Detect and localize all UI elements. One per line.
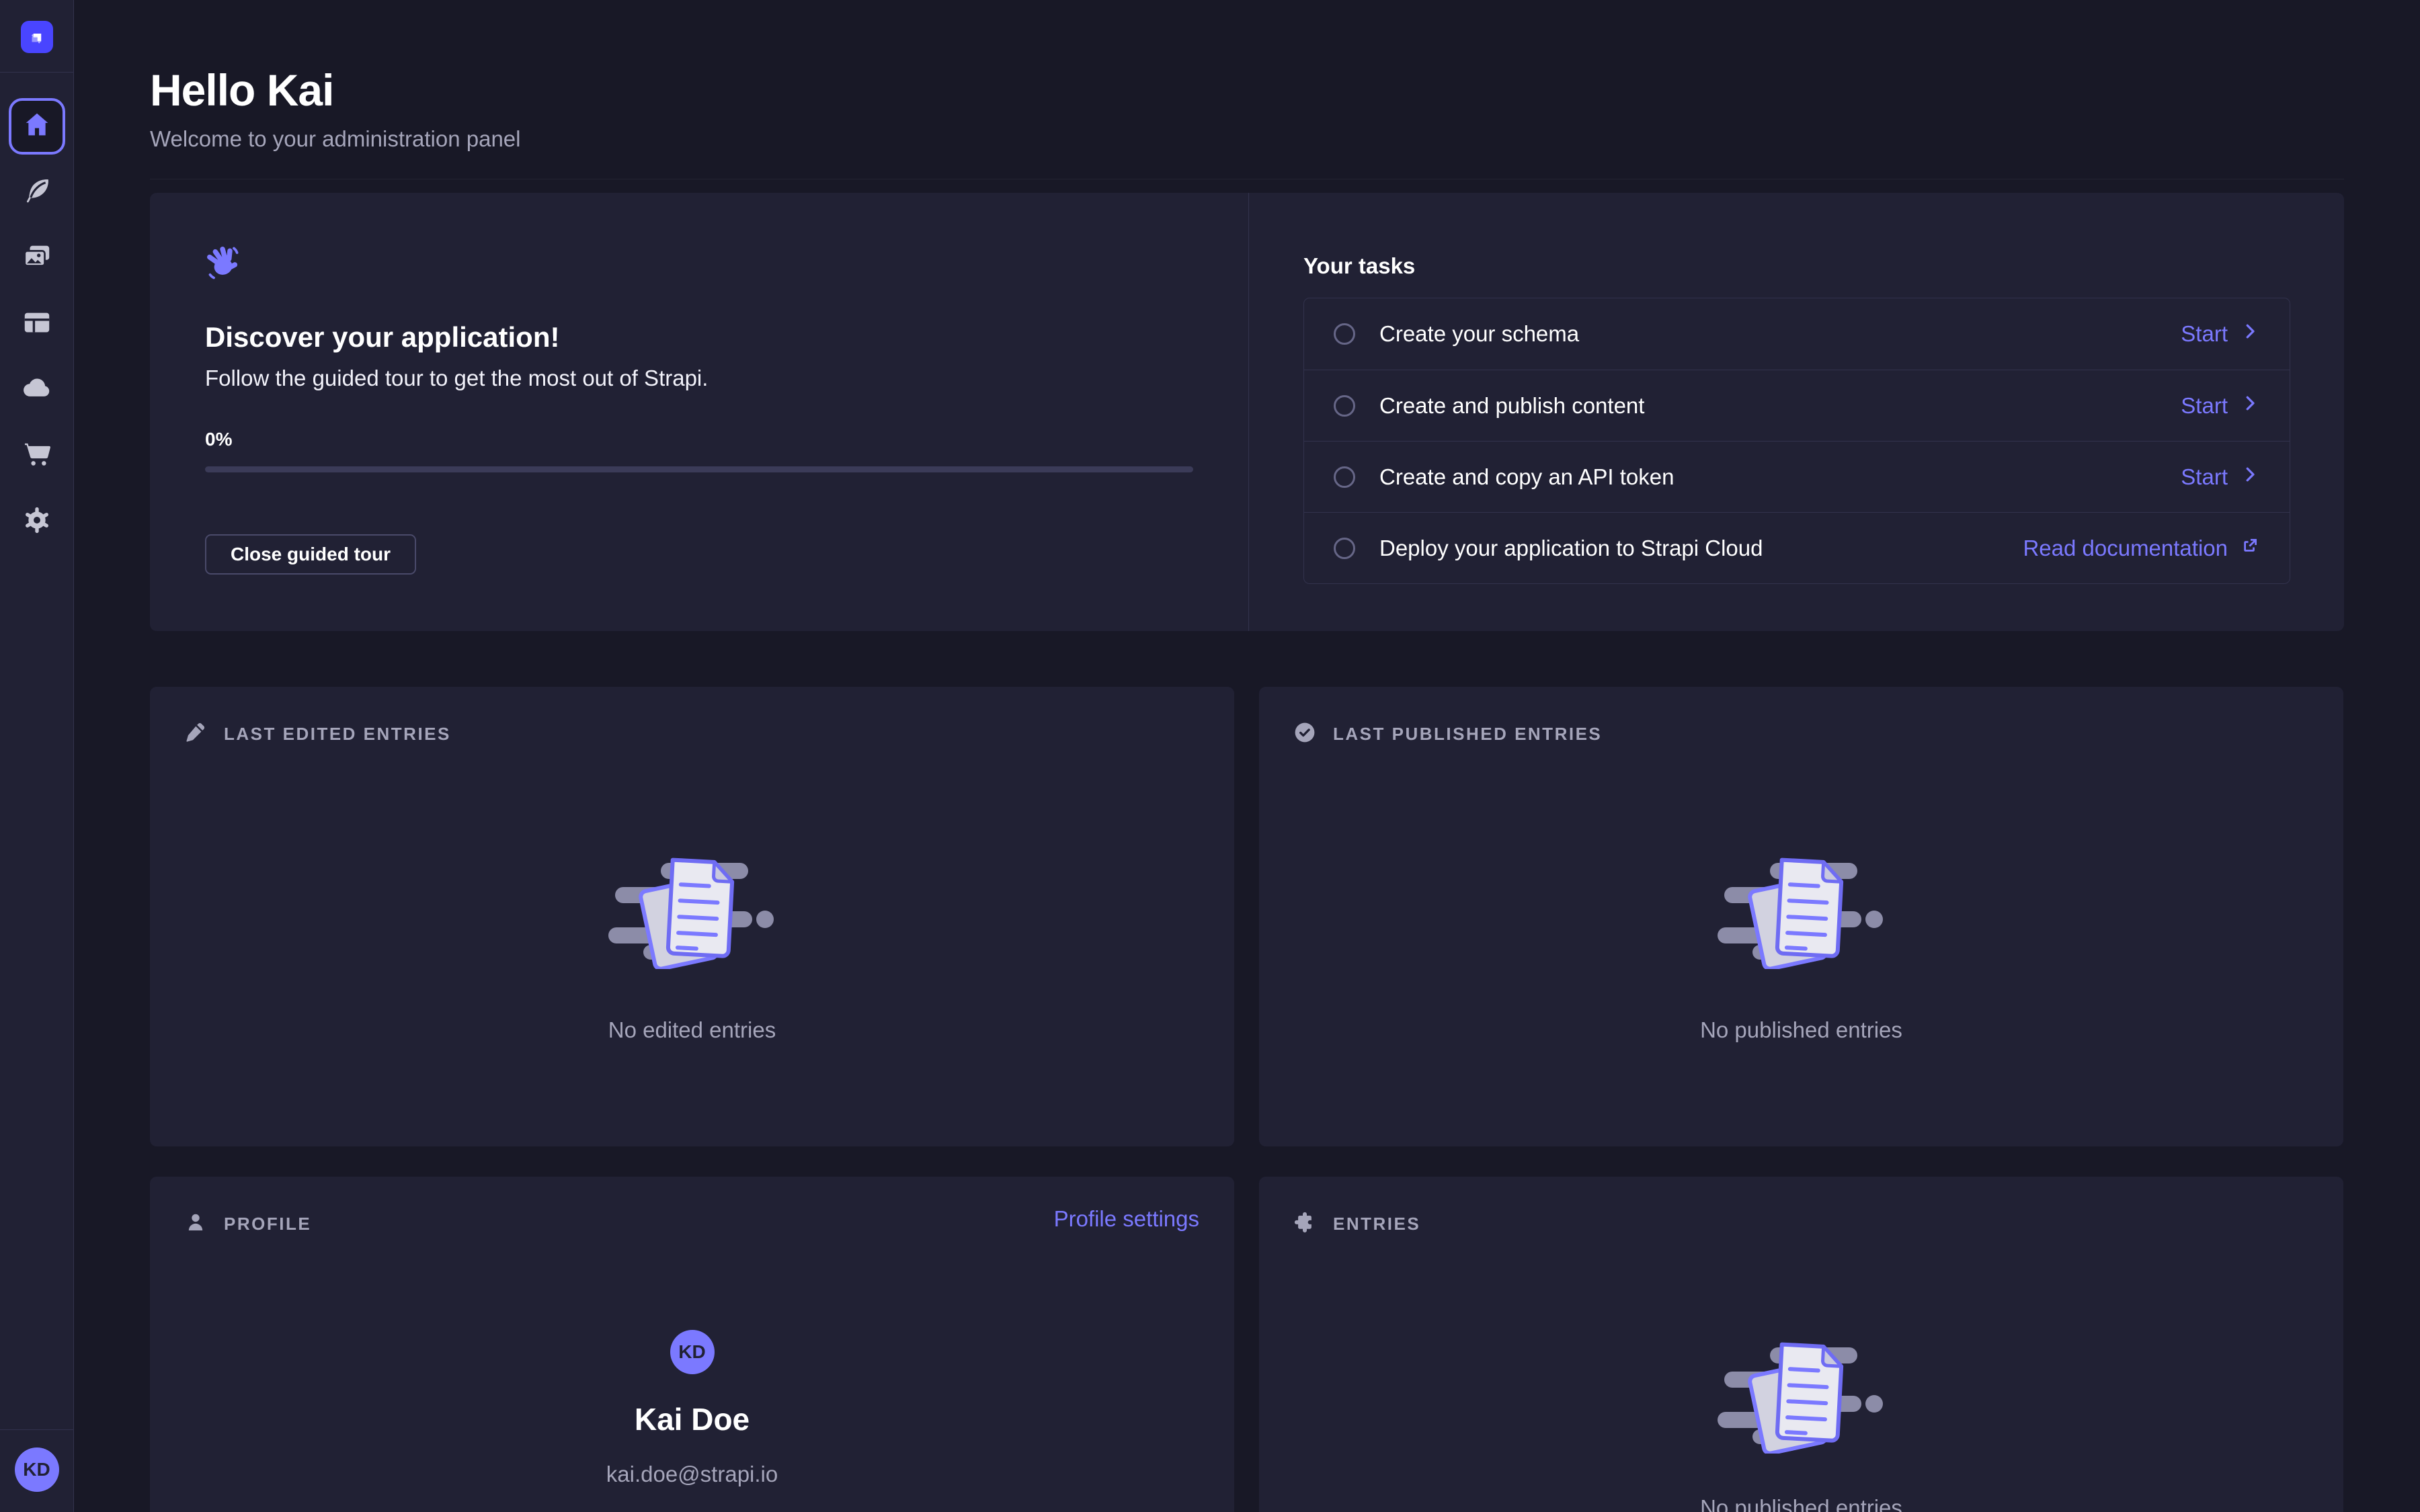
- task-start-link[interactable]: Start: [2181, 393, 2260, 419]
- empty-state-text: No published entries: [1700, 1017, 1902, 1043]
- task-label: Create your schema: [1379, 321, 1579, 347]
- task-row: Create your schema Start: [1304, 298, 2290, 370]
- guided-tour-description: Follow the guided tour to get the most o…: [205, 366, 1195, 391]
- documents-illustration: [1718, 848, 1886, 969]
- task-status-circle-icon: [1334, 323, 1355, 345]
- pencil-icon: [184, 720, 208, 748]
- content-type-builder-icon: [22, 307, 52, 341]
- widgets-row-bottom: PROFILE Profile settings KD Kai Doe kai.…: [150, 1177, 2344, 1512]
- sidebar-item-settings[interactable]: [9, 493, 65, 550]
- guided-tour-card: Discover your application! Follow the gu…: [150, 193, 2344, 631]
- sidebar-item-cloud[interactable]: [9, 362, 65, 418]
- task-status-circle-icon: [1334, 466, 1355, 488]
- sidebar-item-marketplace[interactable]: [9, 427, 65, 484]
- empty-state-text: No edited entries: [608, 1017, 776, 1043]
- your-tasks-panel: Your tasks Create your schema Start: [1249, 193, 2344, 631]
- sidebar: KD: [0, 0, 74, 1512]
- task-label: Deploy your application to Strapi Cloud: [1379, 536, 1763, 561]
- task-start-link[interactable]: Start: [2181, 321, 2260, 347]
- page-title: Hello Kai: [150, 65, 2344, 116]
- last-edited-entries-card: LAST EDITED ENTRIES No edited entries: [150, 687, 1234, 1146]
- task-row: Deploy your application to Strapi Cloud …: [1304, 512, 2290, 583]
- app-root: KD Hello Kai Welcome to your administrat…: [0, 0, 2420, 1512]
- guided-tour-title: Discover your application!: [205, 321, 1195, 353]
- external-link-icon: [2240, 536, 2260, 561]
- profile-email: kai.doe@strapi.io: [606, 1462, 778, 1487]
- marketplace-cart-icon: [22, 439, 52, 473]
- tasks-list: Create your schema Start Create and publ…: [1303, 298, 2290, 584]
- card-header: LAST EDITED ENTRIES: [184, 720, 451, 748]
- profile-card: PROFILE Profile settings KD Kai Doe kai.…: [150, 1177, 1234, 1512]
- puzzle-icon: [1293, 1210, 1317, 1238]
- documents-illustration: [608, 848, 776, 969]
- sidebar-item-home[interactable]: [9, 98, 65, 155]
- task-status-circle-icon: [1334, 538, 1355, 559]
- sidebar-item-media-library[interactable]: [9, 230, 65, 286]
- close-guided-tour-button[interactable]: Close guided tour: [205, 534, 416, 575]
- check-circle-icon: [1293, 720, 1317, 748]
- chevron-right-icon: [2240, 321, 2260, 347]
- task-label: Create and publish content: [1379, 393, 1644, 419]
- task-read-documentation-link[interactable]: Read documentation: [2023, 536, 2260, 561]
- main-content: Hello Kai Welcome to your administration…: [74, 0, 2420, 1512]
- media-library-icon: [22, 241, 52, 276]
- progress-percent-label: 0%: [205, 429, 1195, 450]
- card-title: LAST EDITED ENTRIES: [224, 724, 451, 745]
- feather-icon: [22, 175, 52, 210]
- task-status-circle-icon: [1334, 395, 1355, 417]
- sidebar-divider: [0, 72, 74, 73]
- widgets-row-top: LAST EDITED ENTRIES No edited entries LA…: [150, 687, 2344, 1146]
- home-icon: [22, 110, 52, 144]
- user-icon: [184, 1210, 208, 1238]
- page-subtitle: Welcome to your administration panel: [150, 126, 2344, 152]
- sidebar-footer: KD: [0, 1429, 74, 1512]
- waving-hand-icon: [205, 273, 243, 284]
- card-header: PROFILE: [184, 1210, 311, 1238]
- sidebar-footer-divider: [0, 1429, 74, 1430]
- card-header: ENTRIES: [1293, 1210, 1420, 1238]
- chevron-right-icon: [2240, 393, 2260, 419]
- your-tasks-title: Your tasks: [1303, 253, 2290, 279]
- card-title: PROFILE: [224, 1214, 311, 1234]
- sidebar-item-content-manager[interactable]: [9, 164, 65, 220]
- strapi-logo[interactable]: [21, 21, 53, 53]
- task-label: Create and copy an API token: [1379, 464, 1674, 490]
- last-published-entries-card: LAST PUBLISHED ENTRIES No published entr…: [1259, 687, 2343, 1146]
- chevron-right-icon: [2240, 464, 2260, 490]
- profile-settings-link[interactable]: Profile settings: [1054, 1206, 1199, 1232]
- card-title: LAST PUBLISHED ENTRIES: [1333, 724, 1602, 745]
- task-start-link[interactable]: Start: [2181, 464, 2260, 490]
- sidebar-nav: [9, 98, 65, 550]
- sidebar-item-content-type-builder[interactable]: [9, 296, 65, 352]
- guided-tour-left: Discover your application! Follow the gu…: [150, 193, 1248, 631]
- profile-name: Kai Doe: [635, 1401, 750, 1437]
- documents-illustration: [1718, 1333, 1886, 1454]
- profile-avatar: KD: [670, 1330, 715, 1374]
- cloud-icon: [22, 373, 52, 407]
- empty-state-text: No published entries: [1700, 1495, 1902, 1512]
- card-title: ENTRIES: [1333, 1214, 1420, 1234]
- user-avatar[interactable]: KD: [15, 1447, 59, 1492]
- guided-tour-progress-bar: [205, 466, 1193, 472]
- task-row: Create and publish content Start: [1304, 370, 2290, 441]
- entries-card: ENTRIES No published entries: [1259, 1177, 2343, 1512]
- card-header: LAST PUBLISHED ENTRIES: [1293, 720, 1602, 748]
- task-row: Create and copy an API token Start: [1304, 441, 2290, 512]
- settings-gear-icon: [22, 505, 52, 539]
